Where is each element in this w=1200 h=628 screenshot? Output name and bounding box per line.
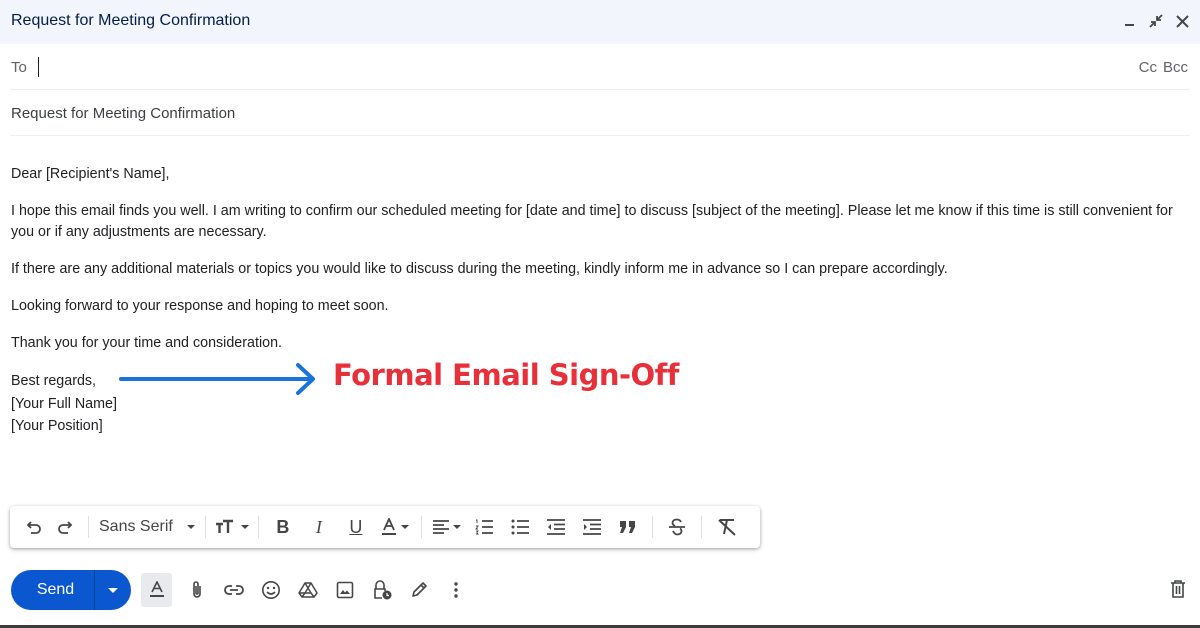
subject-input[interactable]: Request for Meeting Confirmation	[11, 105, 235, 122]
bulleted-list-button[interactable]	[502, 513, 538, 541]
remove-formatting-icon	[718, 519, 736, 536]
to-field-row: To Cc Bcc	[10, 44, 1190, 90]
send-options-button[interactable]	[94, 570, 131, 610]
redo-button[interactable]	[48, 513, 82, 541]
strikethrough-icon	[668, 518, 685, 536]
attach-files-button[interactable]	[178, 573, 215, 607]
divider	[204, 516, 206, 538]
minimize-icon[interactable]	[1122, 12, 1138, 30]
underline-icon: U	[349, 516, 363, 537]
divider	[420, 516, 422, 538]
numbered-list-button[interactable]	[466, 513, 502, 541]
chevron-down-icon	[108, 587, 118, 593]
text-color-icon	[381, 518, 396, 535]
body-paragraph: Looking forward to your response and hop…	[11, 298, 389, 314]
divider	[651, 516, 653, 538]
divider	[700, 516, 702, 538]
signature-position: [Your Position]	[11, 418, 103, 434]
formatting-options-icon	[149, 581, 164, 597]
insert-link-button[interactable]	[215, 573, 252, 607]
font-family-select[interactable]: Sans Serif	[95, 513, 199, 541]
subject-field-row[interactable]: Request for Meeting Confirmation	[10, 90, 1190, 136]
indent-less-button[interactable]	[538, 513, 574, 541]
to-input-caret[interactable]	[38, 57, 39, 77]
cc-link[interactable]: Cc	[1139, 59, 1157, 76]
remove-formatting-button[interactable]	[708, 513, 746, 541]
bulleted-list-icon	[511, 519, 529, 535]
text-size-icon	[215, 519, 233, 533]
chevron-down-icon	[452, 525, 461, 529]
insert-drive-button[interactable]	[289, 573, 326, 607]
align-left-icon	[432, 520, 449, 534]
formatting-toolbar: Sans Serif B I U	[10, 506, 760, 548]
chevron-down-icon	[186, 525, 195, 529]
italic-button[interactable]: I	[301, 513, 337, 541]
lock-clock-icon	[373, 580, 391, 600]
greeting: Dear [Recipient's Name],	[11, 166, 170, 182]
italic-icon: I	[315, 516, 322, 537]
link-icon	[223, 585, 244, 595]
bcc-link[interactable]: Bcc	[1163, 59, 1188, 76]
photo-icon	[336, 581, 353, 599]
bold-button[interactable]: B	[265, 513, 301, 541]
trash-icon	[1171, 580, 1185, 598]
close-icon[interactable]	[1174, 12, 1190, 30]
send-button[interactable]: Send	[11, 570, 94, 610]
body-paragraph: If there are any additional materials or…	[11, 261, 948, 277]
annotation-label: Formal Email Sign-Off	[333, 358, 679, 392]
undo-icon	[26, 521, 41, 534]
cc-bcc-links: Cc Bcc	[1139, 59, 1188, 76]
compose-actions-toolbar	[141, 573, 474, 607]
bold-icon: B	[276, 516, 290, 537]
compose-title: Request for Meeting Confirmation	[11, 12, 251, 29]
font-family-value: Sans Serif	[99, 518, 173, 535]
discard-draft-button[interactable]	[1168, 578, 1188, 600]
divider	[88, 516, 89, 538]
formatting-options-button[interactable]	[141, 573, 172, 607]
message-body[interactable]: Dear [Recipient's Name], I hope this ema…	[11, 164, 1181, 438]
text-size-button[interactable]	[212, 513, 252, 541]
indent-less-icon	[546, 519, 565, 535]
to-label: To	[11, 59, 27, 76]
compose-header: Request for Meeting Confirmation	[0, 0, 1200, 44]
insert-emoji-button[interactable]	[252, 573, 289, 607]
quote-icon	[619, 521, 635, 533]
strikethrough-button[interactable]	[659, 513, 695, 541]
more-vert-icon	[453, 582, 458, 598]
emoji-icon	[261, 581, 280, 599]
annotation-arrow-icon	[119, 363, 315, 395]
confidential-mode-button[interactable]	[363, 573, 400, 607]
indent-more-button[interactable]	[574, 513, 610, 541]
divider	[257, 516, 259, 538]
redo-icon	[58, 521, 73, 534]
chevron-down-icon	[240, 525, 249, 529]
drive-icon	[297, 582, 318, 598]
text-color-button[interactable]	[375, 513, 415, 541]
body-paragraph: Thank you for your time and consideratio…	[11, 335, 282, 351]
exit-fullscreen-icon[interactable]	[1148, 12, 1164, 30]
underline-button[interactable]: U	[337, 513, 375, 541]
body-paragraph: I hope this email finds you well. I am w…	[11, 203, 1173, 240]
indent-more-icon	[582, 519, 601, 535]
align-button[interactable]	[428, 513, 466, 541]
window-controls	[1122, 12, 1190, 30]
chevron-down-icon	[400, 525, 409, 529]
send-button-group: Send	[11, 570, 131, 610]
numbered-list-icon	[474, 519, 493, 535]
quote-button[interactable]	[610, 513, 646, 541]
insert-signature-button[interactable]	[400, 573, 437, 607]
pen-icon	[411, 582, 427, 597]
more-options-button[interactable]	[437, 573, 474, 607]
undo-button[interactable]	[20, 513, 48, 541]
insert-photo-button[interactable]	[326, 573, 363, 607]
attachment-icon	[192, 581, 201, 598]
